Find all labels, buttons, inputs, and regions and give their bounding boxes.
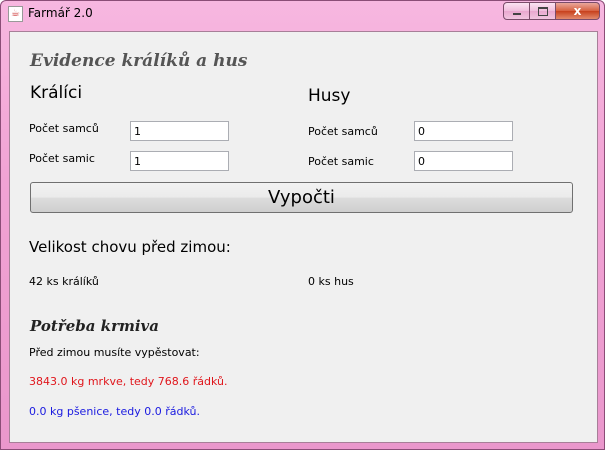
rabbits-section-title: Králíci	[30, 83, 83, 103]
geese-males-input[interactable]	[414, 121, 513, 141]
geese-section-title: Husy	[308, 86, 351, 106]
rabbits-males-input[interactable]	[130, 121, 229, 141]
rabbits-males-label: Počet samců	[29, 122, 99, 135]
feed-intro: Před zimou musíte vypěstovat:	[29, 346, 200, 359]
close-button[interactable]: x	[556, 2, 600, 20]
rabbits-females-input[interactable]	[130, 151, 229, 171]
wheat-requirement: 0.0 kg pšenice, tedy 0.0 řádků.	[29, 405, 200, 418]
results-title: Velikost chovu před zimou:	[29, 238, 231, 256]
title-bar[interactable]: ☕ Farmář 2.0 x	[1, 1, 604, 27]
form-heading: Evidence králíků a hus	[30, 51, 248, 71]
app-window: ☕ Farmář 2.0 x Evidence králíků a hus Kr…	[0, 0, 605, 450]
feed-heading: Potřeba krmiva	[30, 317, 159, 335]
window-title: Farmář 2.0	[28, 6, 93, 20]
java-icon[interactable]: ☕	[8, 6, 23, 22]
rabbits-females-label: Počet samic	[29, 152, 95, 165]
minimize-icon	[512, 13, 521, 15]
carrot-requirement: 3843.0 kg mrkve, tedy 768.6 řádků.	[29, 375, 228, 388]
geese-females-label: Počet samic	[308, 155, 374, 168]
geese-males-label: Počet samců	[308, 125, 378, 138]
minimize-button[interactable]	[503, 2, 530, 20]
rabbits-count: 42 ks králíků	[29, 275, 99, 288]
window-controls: x	[503, 2, 600, 21]
content-panel: Evidence králíků a hus Králíci Počet sam…	[9, 31, 598, 443]
geese-count: 0 ks hus	[308, 275, 354, 288]
geese-females-input[interactable]	[414, 151, 513, 171]
close-icon: x	[573, 4, 582, 18]
maximize-button[interactable]	[530, 2, 556, 20]
maximize-icon	[537, 6, 548, 16]
calculate-button[interactable]: Vypočti	[30, 182, 573, 213]
